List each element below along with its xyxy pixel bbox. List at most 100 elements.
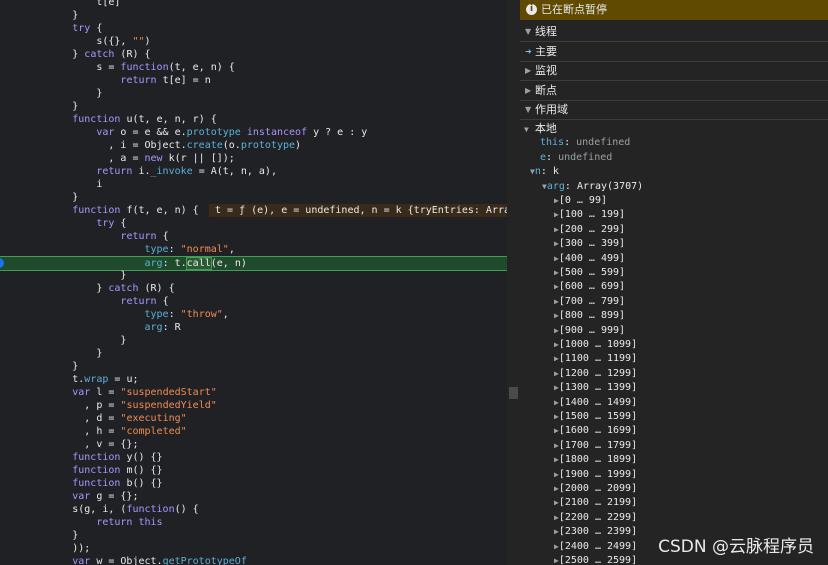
array-range-row[interactable]: ▶[400 … 499] [520, 252, 828, 266]
array-range-row[interactable]: ▶[1800 … 1899] [520, 453, 828, 467]
code-line[interactable]: var w = Object.getPrototypeOf [0, 555, 507, 565]
code-line[interactable]: function f(t, e, n) {t = ƒ (e), e = unde… [0, 204, 507, 217]
array-range-row[interactable]: ▶[1300 … 1399] [520, 381, 828, 395]
code-text: } [0, 270, 127, 281]
code-line[interactable]: t[e] [0, 0, 507, 9]
code-text: } [0, 348, 103, 359]
code-line[interactable]: arg: R [0, 321, 507, 334]
code-line[interactable]: , h = "completed" [0, 425, 507, 438]
paused-banner: i 已在断点暂停 [520, 0, 828, 20]
section-label: 主要 [535, 45, 557, 58]
code-line[interactable]: return { [0, 295, 507, 308]
code-text: var l = "suspendedStart" [72, 387, 217, 398]
code-line[interactable]: t.wrap = u; [0, 373, 507, 386]
array-range-row[interactable]: ▶[2200 … 2299] [520, 511, 828, 525]
code-line[interactable]: function b() {} [0, 477, 507, 490]
code-line[interactable]: } [0, 9, 507, 22]
code-line[interactable]: type: "normal", [0, 243, 507, 256]
code-line[interactable]: } [0, 529, 507, 542]
code-line[interactable]: )); [0, 542, 507, 555]
code-line[interactable]: } [0, 87, 507, 100]
scope-var-n[interactable]: ▼n: k [520, 165, 828, 179]
scope-var-arg[interactable]: ▼arg: Array(3707) [520, 180, 828, 194]
array-range-row[interactable]: ▶[900 … 999] [520, 324, 828, 338]
array-range-row[interactable]: ▶[1500 … 1599] [520, 410, 828, 424]
scope-local[interactable]: ▼ 本地 [520, 122, 828, 136]
array-range: [1500 … 1599] [558, 411, 638, 422]
code-line[interactable]: var l = "suspendedStart" [0, 386, 507, 399]
code-line[interactable]: s = function(t, e, n) { [0, 61, 507, 74]
code-text: t.wrap = u; [0, 374, 139, 385]
code-line[interactable]: , i = Object.create(o.prototype) [0, 139, 507, 152]
code-line[interactable]: , p = "suspendedYield" [0, 399, 507, 412]
scrollbar-thumb[interactable] [509, 387, 518, 399]
code-text: i [0, 179, 103, 190]
code-line[interactable]: return t[e] = n [0, 74, 507, 87]
code-line[interactable]: } [0, 347, 507, 360]
array-range-row[interactable]: ▶[100 … 199] [520, 208, 828, 222]
var-value: undefined [576, 137, 631, 149]
section-5[interactable]: ▼ 作用域 [520, 100, 828, 120]
section-4[interactable]: ▶ 断点 [520, 81, 828, 101]
code-text: s = function(t, e, n) { [0, 62, 235, 73]
code-line[interactable]: return i._invoke = A(t, n, a), [0, 165, 507, 178]
array-range-row[interactable]: ▶[700 … 799] [520, 295, 828, 309]
code-text: arg: t.call(e, n) [144, 257, 247, 270]
code-line[interactable]: i [0, 178, 507, 191]
code-line[interactable]: return this [0, 516, 507, 529]
array-range-row[interactable]: ▶[1600 … 1699] [520, 424, 828, 438]
array-range: [2000 … 2099] [558, 483, 638, 494]
section-2[interactable]: ➜ 主要 [520, 42, 828, 62]
code-line[interactable]: var o = e && e.prototype instanceof y ? … [0, 126, 507, 139]
code-text: return i._invoke = A(t, n, a), [96, 166, 277, 177]
code-line[interactable]: } [0, 100, 507, 113]
code-line[interactable]: s({}, "") [0, 35, 507, 48]
code-line[interactable]: } catch (R) { [0, 282, 507, 295]
scope-var[interactable]: e: undefined [520, 151, 828, 165]
scope-var[interactable]: this: undefined [520, 136, 828, 150]
section-label: 线程 [535, 25, 557, 38]
section-1[interactable]: ▼ 线程 [520, 22, 828, 42]
array-range-row[interactable]: ▶[200 … 299] [520, 223, 828, 237]
code-line[interactable]: , d = "executing" [0, 412, 507, 425]
array-range-row[interactable]: ▶[1200 … 1299] [520, 367, 828, 381]
array-range-row[interactable]: ▶[2100 … 2199] [520, 496, 828, 510]
section-3[interactable]: ▶ 监视 [520, 61, 828, 81]
array-range-row[interactable]: ▶[1700 … 1799] [520, 439, 828, 453]
code-line[interactable]: } [0, 191, 507, 204]
code-line[interactable]: function y() {} [0, 451, 507, 464]
code-line[interactable]: function u(t, e, n, r) { [0, 113, 507, 126]
var-name: n [534, 166, 541, 178]
code-line[interactable]: s(g, i, (function() { [0, 503, 507, 516]
array-range-row[interactable]: ▶[800 … 899] [520, 309, 828, 323]
array-range-row[interactable]: ▶[1400 … 1499] [520, 396, 828, 410]
array-range-row[interactable]: ▶[300 … 399] [520, 237, 828, 251]
code-line[interactable]: } [0, 334, 507, 347]
code-line[interactable]: var g = {}; [0, 490, 507, 503]
array-range-row[interactable]: ▶[0 … 99] [520, 194, 828, 208]
array-range-row[interactable]: ▶[500 … 599] [520, 266, 828, 280]
array-range-row[interactable]: ▶[2000 … 2099] [520, 482, 828, 496]
array-range-row[interactable]: ▶[1900 … 1999] [520, 468, 828, 482]
code-text: return { [120, 231, 169, 242]
code-line[interactable]: } [0, 360, 507, 373]
array-range-row[interactable]: ▶[600 … 699] [520, 280, 828, 294]
paused-banner-text: 已在断点暂停 [541, 3, 607, 16]
code-line[interactable]: , v = {}; [0, 438, 507, 451]
code-line[interactable]: function m() {} [0, 464, 507, 477]
code-line[interactable]: try { [0, 22, 507, 35]
var-name: e [540, 151, 547, 163]
array-range-row[interactable]: ▶[1100 … 1199] [520, 352, 828, 366]
code-text: function u(t, e, n, r) { [72, 114, 217, 125]
array-range-row[interactable]: ▶[1000 … 1099] [520, 338, 828, 352]
code-line[interactable]: , a = new k(r || []); [0, 152, 507, 165]
code-editor[interactable]: t[e] } try { s({}, "") } catch (R) { s =… [0, 0, 507, 565]
array-range: [700 … 799] [558, 295, 626, 307]
code-line[interactable]: try { [0, 217, 507, 230]
code-line[interactable]: } catch (R) { [0, 48, 507, 61]
watermark-text: CSDN @云脉程序员 [658, 537, 814, 557]
code-line[interactable]: type: "throw", [0, 308, 507, 321]
editor-scrollbar[interactable] [507, 0, 520, 565]
code-line[interactable]: } [0, 269, 507, 282]
code-line[interactable]: return { [0, 230, 507, 243]
